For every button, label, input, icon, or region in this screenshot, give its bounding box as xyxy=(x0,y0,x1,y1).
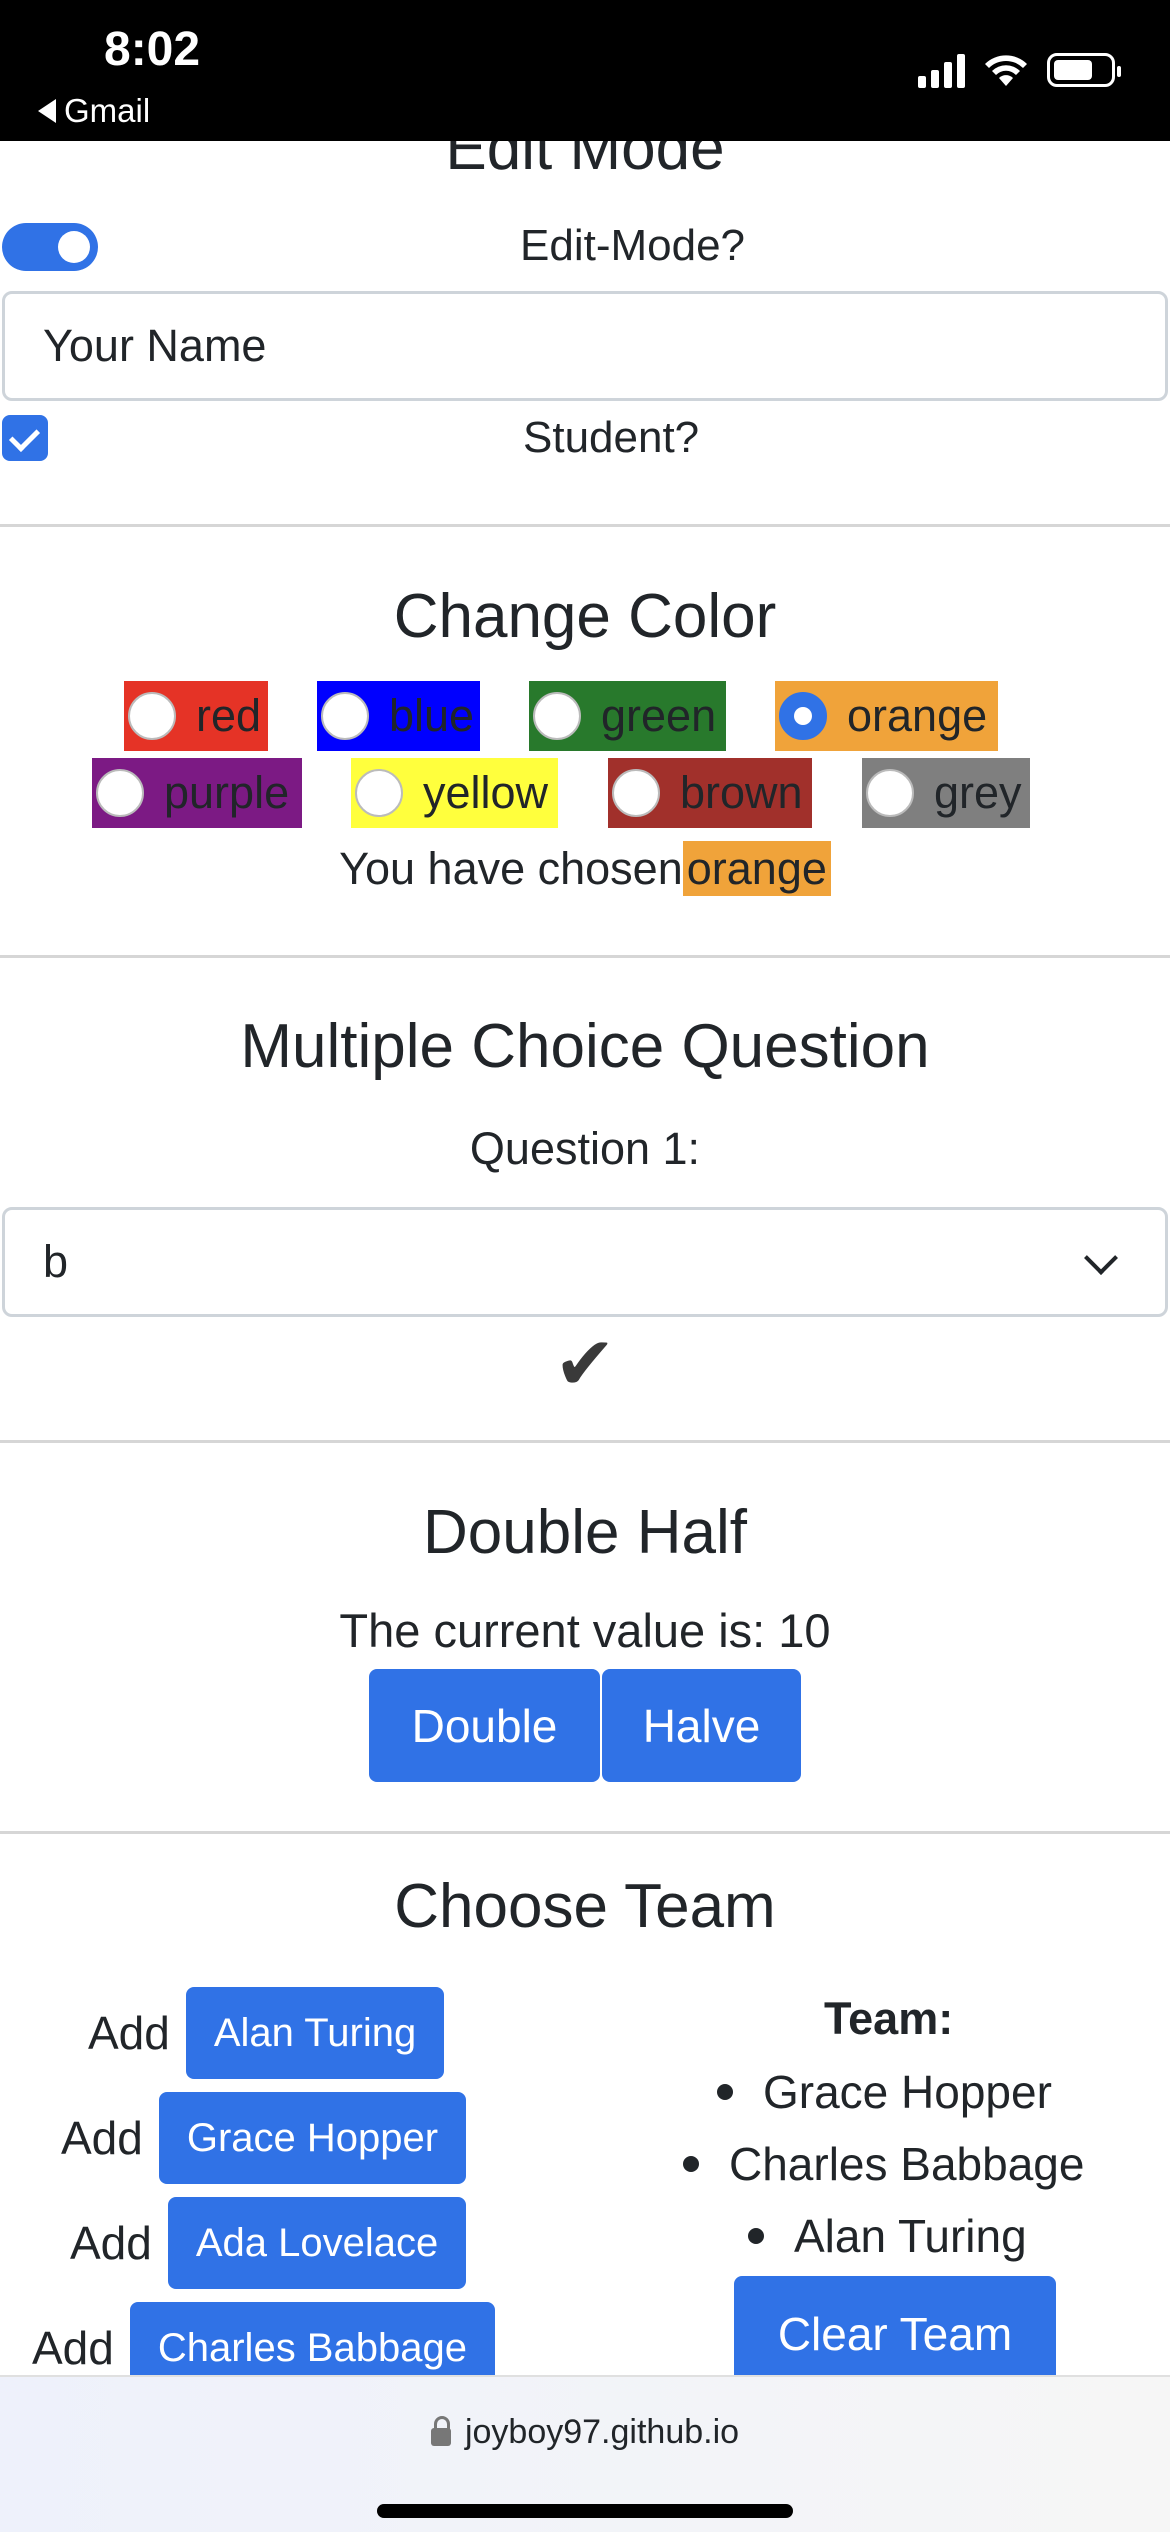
add-alan-turing-button[interactable]: Alan Turing xyxy=(185,1987,445,2079)
color-option-blue[interactable]: blue xyxy=(317,681,480,751)
color-option-grey[interactable]: grey xyxy=(862,758,1030,828)
radio-orange[interactable] xyxy=(779,692,827,740)
url-text: joyboy97.github.io xyxy=(464,2413,740,2451)
team-member-name: Grace Hopper xyxy=(763,2066,1052,2118)
bullet-icon xyxy=(683,2156,699,2172)
correct-check-icon: ✔ xyxy=(553,1322,616,1405)
color-option-green[interactable]: green xyxy=(529,681,726,751)
lock-icon xyxy=(430,2415,451,2446)
radio-blue[interactable] xyxy=(321,692,369,740)
halve-button[interactable]: Halve xyxy=(602,1669,801,1782)
color-label-yellow: yellow xyxy=(423,767,549,818)
radio-purple[interactable] xyxy=(96,769,144,817)
section-divider xyxy=(0,1831,1170,1834)
add-label: Add xyxy=(61,2112,143,2164)
back-arrow-icon xyxy=(38,99,56,123)
color-option-red[interactable]: red xyxy=(124,681,268,751)
mcq-title: Multiple Choice Question xyxy=(240,1012,930,1081)
chosen-prefix: You have chosen xyxy=(339,843,683,894)
color-label-green: green xyxy=(601,690,717,741)
add-label: Add xyxy=(88,2007,170,2059)
double-half-title: Double Half xyxy=(423,1498,747,1567)
color-label-orange: orange xyxy=(847,690,988,741)
edit-mode-toggle[interactable] xyxy=(2,223,98,271)
color-option-orange[interactable]: orange xyxy=(775,681,998,751)
bullet-icon xyxy=(717,2084,733,2100)
radio-brown[interactable] xyxy=(612,769,660,817)
color-label-brown: brown xyxy=(680,767,803,818)
page-content: Edit Mode Edit-Mode? Student? Change Col… xyxy=(0,141,1170,2375)
choose-team-title: Choose Team xyxy=(394,1872,776,1941)
radio-red[interactable] xyxy=(128,692,176,740)
add-grace-hopper-button[interactable]: Grace Hopper xyxy=(158,2092,467,2184)
back-app-label: Gmail xyxy=(64,92,151,129)
add-label: Add xyxy=(70,2217,152,2269)
add-person-row: Add Ada Lovelace xyxy=(70,2197,467,2289)
chosen-color-value: orange xyxy=(682,841,831,896)
radio-yellow[interactable] xyxy=(355,769,403,817)
color-label-red: red xyxy=(196,690,262,741)
wifi-icon xyxy=(985,55,1027,86)
cellular-signal-icon xyxy=(918,52,965,88)
answer-select-value: b xyxy=(43,1236,69,1287)
clear-team-button[interactable]: Clear Team xyxy=(734,2276,1056,2375)
status-bar: 8:02 Gmail xyxy=(0,0,1170,141)
student-label: Student? xyxy=(523,413,700,462)
team-heading: Team: xyxy=(824,1993,954,2044)
radio-green[interactable] xyxy=(533,692,581,740)
question-label: Question 1: xyxy=(469,1123,701,1174)
team-member-item: Charles Babbage xyxy=(683,2137,1084,2191)
color-label-grey: grey xyxy=(934,767,1022,818)
bullet-icon xyxy=(748,2228,764,2244)
chosen-color-line: You have chosenorange xyxy=(0,841,1170,896)
color-option-purple[interactable]: purple xyxy=(92,758,302,828)
color-label-blue: blue xyxy=(389,690,475,741)
status-icons xyxy=(918,52,1121,88)
add-charles-babbage-button[interactable]: Charles Babbage xyxy=(129,2302,495,2375)
add-ada-lovelace-button[interactable]: Ada Lovelace xyxy=(167,2197,467,2289)
home-indicator[interactable] xyxy=(377,2504,793,2518)
double-button[interactable]: Double xyxy=(369,1669,600,1782)
section-divider xyxy=(0,1440,1170,1443)
student-checkbox[interactable] xyxy=(2,415,48,461)
section-divider xyxy=(0,524,1170,527)
add-person-row: Add Charles Babbage xyxy=(32,2302,495,2375)
add-person-row: Add Grace Hopper xyxy=(61,2092,467,2184)
status-time: 8:02 xyxy=(104,23,201,76)
team-member-item: Alan Turing xyxy=(748,2209,1027,2263)
change-color-title: Change Color xyxy=(393,582,777,651)
address-bar[interactable]: joyboy97.github.io xyxy=(0,2413,1170,2452)
color-option-yellow[interactable]: yellow xyxy=(351,758,558,828)
answer-select[interactable]: b xyxy=(2,1207,1168,1317)
battery-icon xyxy=(1047,53,1121,87)
section-divider xyxy=(0,955,1170,958)
browser-bottom-bar: joyboy97.github.io xyxy=(0,2375,1170,2532)
edit-mode-title: Edit Mode xyxy=(445,141,725,183)
team-member-name: Charles Babbage xyxy=(729,2138,1085,2190)
radio-grey[interactable] xyxy=(866,769,914,817)
current-value-text: The current value is: 10 xyxy=(339,1604,831,1657)
color-label-purple: purple xyxy=(164,767,290,818)
add-label: Add xyxy=(32,2322,114,2374)
color-option-brown[interactable]: brown xyxy=(608,758,812,828)
team-member-name: Alan Turing xyxy=(794,2210,1027,2262)
edit-mode-label: Edit-Mode? xyxy=(520,221,746,270)
back-to-app-link[interactable]: Gmail xyxy=(38,92,150,130)
name-input[interactable] xyxy=(2,291,1168,401)
add-person-row: Add Alan Turing xyxy=(88,1987,445,2079)
chevron-down-icon xyxy=(1084,1241,1118,1275)
team-member-item: Grace Hopper xyxy=(717,2065,1052,2119)
